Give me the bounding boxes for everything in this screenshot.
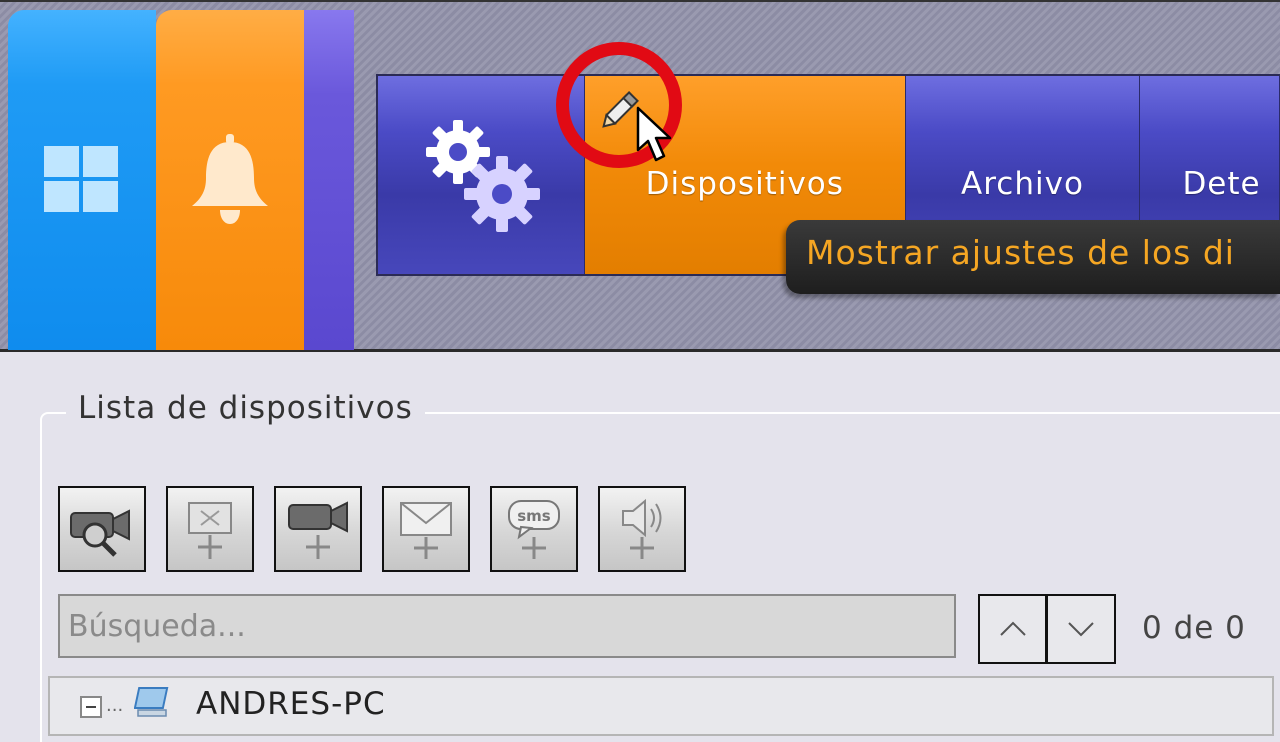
add-sound-icon xyxy=(622,498,662,559)
settings-menu-item[interactable] xyxy=(378,76,586,274)
menu-item-label: Archivo xyxy=(961,166,1084,202)
add-email-button[interactable] xyxy=(382,486,470,572)
group-title: Lista de dispositivos xyxy=(66,390,425,426)
previous-result-button[interactable] xyxy=(978,594,1048,664)
windows-logo-icon xyxy=(44,146,118,212)
chevron-up-icon xyxy=(999,621,1026,636)
search-camera-button[interactable] xyxy=(58,486,146,572)
tree-collapse-toggle[interactable] xyxy=(80,696,102,718)
add-sms-button[interactable]: sms xyxy=(490,486,578,572)
add-screen-icon xyxy=(188,502,232,559)
menu-item-label: Dispositivos xyxy=(645,166,844,202)
chevron-down-icon xyxy=(1068,622,1094,637)
tooltip: Mostrar ajustes de los di xyxy=(786,220,1280,294)
extra-tile[interactable] xyxy=(304,10,354,350)
add-email-icon xyxy=(400,502,452,559)
gears-icon xyxy=(426,120,541,232)
computer-icon xyxy=(134,687,169,717)
camera-search-icon xyxy=(70,509,130,557)
add-screen-button[interactable] xyxy=(166,486,254,572)
bell-icon xyxy=(192,134,268,224)
minus-icon xyxy=(86,706,96,708)
next-result-button[interactable] xyxy=(1046,594,1116,664)
svg-text:sms: sms xyxy=(517,507,551,525)
add-sound-button[interactable] xyxy=(598,486,686,572)
mouse-cursor-icon xyxy=(636,106,672,162)
match-count: 0 de 0 xyxy=(1142,610,1246,646)
add-camera-button[interactable] xyxy=(274,486,362,572)
tree-connector: ··· xyxy=(106,700,124,721)
search-input[interactable] xyxy=(58,594,956,658)
menu-item-label: Dete xyxy=(1182,166,1261,202)
add-camera-icon xyxy=(288,501,348,559)
add-sms-icon: sms xyxy=(508,500,560,559)
tree-node-label[interactable]: ANDRES-PC xyxy=(196,686,386,722)
notifications-tile[interactable] xyxy=(156,10,304,350)
windows-tile[interactable] xyxy=(8,10,156,350)
